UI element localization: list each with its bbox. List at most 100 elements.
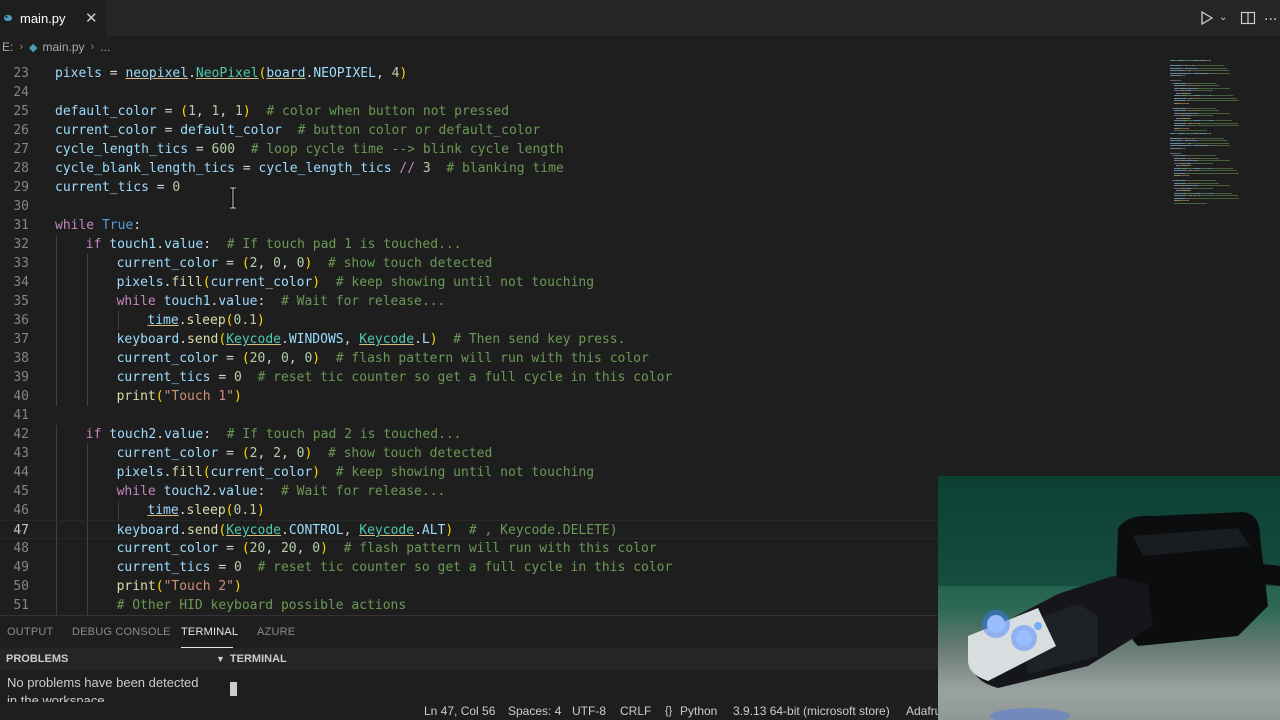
code-text: keyboard.send(Keycode.CONTROL, Keycode.A…: [116, 523, 618, 538]
code-text: current_color = (2, 0, 0) # show touch d…: [116, 256, 493, 271]
line-number: 24: [13, 85, 29, 100]
minimap-token: [1200, 160, 1230, 161]
indent-guide: [56, 482, 57, 501]
minimap-token: [1185, 160, 1197, 161]
code-line[interactable]: 35 while touch1.value: # Wait for release…: [0, 292, 1170, 311]
code-line[interactable]: 43 current_color = (2, 2, 0) # show touch…: [0, 444, 1170, 463]
indent-guide: [56, 368, 57, 387]
breadcrumb-drive[interactable]: E:: [2, 40, 13, 54]
minimap-token: [1194, 187, 1213, 189]
code-line[interactable]: 42 if touch2.value: # If touch pad 2 is t…: [0, 425, 1170, 444]
line-number: 48: [13, 541, 29, 556]
code-text: current_tics = 0: [55, 180, 181, 195]
status-eol[interactable]: CRLF: [620, 704, 651, 718]
indent-guide: [56, 558, 57, 577]
close-icon[interactable]: ✕: [85, 9, 98, 27]
line-number: 26: [13, 123, 29, 138]
status-extension[interactable]: Adafru: [906, 704, 941, 718]
code-text: print("Touch 2"): [116, 579, 242, 594]
minimap-token: [1174, 130, 1207, 131]
code-line[interactable]: 41: [0, 406, 1170, 425]
line-number: 31: [13, 218, 29, 233]
minimap-token: [1191, 125, 1239, 126]
status-indentation[interactable]: Spaces: 4: [508, 704, 561, 718]
status-language[interactable]: Python: [680, 704, 717, 718]
code-line[interactable]: 29 current_tics = 0: [0, 178, 1170, 197]
code-line[interactable]: 32 if touch1.value: # If touch pad 1 is t…: [0, 235, 1170, 254]
code-text: current_color = (20, 20, 0) # flash patt…: [116, 541, 657, 556]
minimap-token: [1174, 85, 1186, 86]
code-line[interactable]: 33 current_color = (2, 0, 0) # show touch…: [0, 254, 1170, 273]
minimap-token: [1194, 90, 1213, 91]
indent-guide: [86, 558, 88, 577]
indent-guide: [56, 501, 57, 520]
code-text: while touch2.value: # Wait for release..…: [116, 484, 446, 499]
tab-debug-console[interactable]: DEBUG CONSOLE: [72, 626, 171, 638]
code-text: current_color = (2, 2, 0) # show touch d…: [116, 446, 493, 461]
indent-guide: [56, 292, 57, 311]
minimap-token: [1202, 195, 1238, 196]
code-line[interactable]: 27 cycle_length_tics = 600 # loop cycle t…: [0, 140, 1170, 159]
line-number: 27: [13, 142, 29, 157]
breadcrumb-file[interactable]: main.py: [42, 40, 84, 54]
minimap-token: [1200, 112, 1230, 114]
minimap-token: [1215, 120, 1232, 121]
python-file-icon: [2, 12, 14, 24]
code-line[interactable]: 31 while True:: [0, 216, 1170, 235]
tab-main-py[interactable]: main.py ✕: [0, 0, 106, 36]
code-line[interactable]: 25 default_color = (1, 1, 1) # color when…: [0, 102, 1170, 121]
code-line[interactable]: 39 current_tics = 0 # reset tic counter s…: [0, 368, 1170, 387]
code-line[interactable]: 40 print("Touch 1"): [0, 387, 1170, 406]
indent-guide: [56, 444, 57, 463]
minimap-token: [1190, 117, 1191, 119]
code-line[interactable]: 23 pixels = neopixel.NeoPixel(board.NEOPI…: [0, 64, 1170, 83]
split-editor-icon[interactable]: [1240, 10, 1256, 26]
breadcrumb-more[interactable]: ...: [100, 40, 110, 54]
chevron-down-icon[interactable]: ⌄: [1219, 12, 1227, 23]
line-number: 43: [13, 446, 29, 461]
run-icon[interactable]: [1200, 10, 1214, 26]
minimap-token: [1188, 102, 1189, 104]
minimap-token: [1180, 200, 1188, 201]
code-line[interactable]: 38 current_color = (20, 0, 0) # flash pat…: [0, 349, 1170, 368]
minimap-token: [1213, 167, 1233, 169]
code-text: while touch1.value: # Wait for release..…: [116, 294, 446, 309]
terminal-cursor[interactable]: [230, 682, 237, 696]
code-line[interactable]: 24: [0, 83, 1170, 102]
problems-header[interactable]: PROBLEMS: [0, 648, 212, 670]
indent-guide: [56, 425, 57, 444]
indent-guide: [86, 387, 88, 406]
code-text: time.sleep(0.1): [147, 313, 265, 328]
minimap-token: [1185, 67, 1197, 69]
minimap-token: [1193, 70, 1229, 71]
minimap-token: [1199, 140, 1227, 141]
line-number: 29: [13, 180, 29, 195]
code-text: pixels.fill(current_color) # keep showin…: [116, 465, 595, 480]
minimap-token: [1190, 165, 1191, 166]
code-line[interactable]: 34 pixels.fill(current_color) # keep show…: [0, 273, 1170, 292]
line-number: 37: [13, 332, 29, 347]
tab-terminal[interactable]: TERMINAL: [181, 626, 238, 638]
tab-azure[interactable]: AZURE: [257, 626, 295, 638]
minimap-token: [1191, 172, 1239, 174]
indent-guide: [56, 521, 57, 540]
minimap-token: [1174, 167, 1181, 169]
code-line[interactable]: 30: [0, 197, 1170, 216]
minimap-token: [1196, 137, 1224, 139]
code-line[interactable]: 26 current_color = default_color # button…: [0, 121, 1170, 140]
code-line[interactable]: 36 time.sleep(0.1): [0, 311, 1170, 330]
line-number: 32: [13, 237, 29, 252]
minimap-token: [1170, 72, 1191, 74]
status-cursor-position[interactable]: Ln 47, Col 56: [424, 704, 495, 718]
line-number: 49: [13, 560, 29, 575]
tab-label: main.py: [20, 10, 66, 26]
status-interpreter[interactable]: 3.9.13 64-bit (microsoft store): [733, 704, 890, 718]
minimap[interactable]: [1170, 58, 1280, 218]
more-actions-icon[interactable]: ...: [1264, 8, 1277, 24]
status-encoding[interactable]: UTF-8: [572, 704, 606, 718]
code-line[interactable]: 28 cycle_blank_length_tics = cycle_length…: [0, 159, 1170, 178]
code-line[interactable]: 37 keyboard.send(Keycode.WINDOWS, Keycode…: [0, 330, 1170, 349]
minimap-token: [1185, 140, 1197, 141]
tab-output[interactable]: OUTPUT: [7, 626, 53, 638]
minimap-token: [1170, 140, 1182, 141]
